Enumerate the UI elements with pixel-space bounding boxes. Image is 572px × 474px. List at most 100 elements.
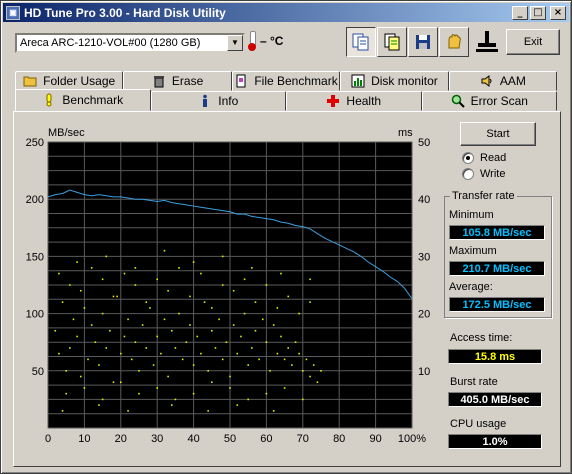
access-point [229,387,231,389]
access-point [79,375,82,378]
minimize-button[interactable]: _ [512,5,528,20]
access-point [287,295,290,298]
tab-aam[interactable]: AAM [448,71,558,91]
average-label: Average: [449,281,493,293]
access-point [276,307,279,309]
options-icon [448,34,461,49]
tab-benchmark[interactable]: Benchmark [15,89,151,111]
benchmark-icon [46,93,52,107]
tab-disk-monitor[interactable]: Disk monitor [340,71,449,91]
maximum-value: 210.7 MB/sec [449,261,545,276]
tab-file-benchmark[interactable]: File Benchmark [231,71,341,91]
read-radio[interactable]: Read [462,152,506,164]
tab-folder-usage[interactable]: Folder Usage [15,71,124,91]
options-button[interactable] [439,27,469,57]
write-radio[interactable]: Write [462,168,505,180]
tab-erase[interactable]: Erase [123,71,232,91]
x-tick-label: 10 [78,433,90,445]
access-point [229,375,231,378]
access-point [123,272,126,275]
exit-button[interactable]: Exit [506,29,560,55]
title-bar[interactable]: ▣ HD Tune Pro 3.00 - Hard Disk Utility _… [3,3,569,22]
access-point [258,358,260,361]
save-button[interactable] [408,27,438,57]
y-right-tick-label: 10 [418,366,430,378]
access-point [247,398,249,401]
y-left-tick-label: 150 [26,251,44,263]
access-point [305,358,308,361]
drive-select[interactable]: Areca ARC-1210-VOL#00 (1280 GB) ▼ [15,33,245,53]
access-point [251,267,253,269]
access-point [83,307,86,309]
access-point [302,398,304,401]
maximize-button[interactable]: □ [530,5,546,20]
access-point [178,312,180,315]
write-radio-dot[interactable] [462,168,474,180]
access-point [167,375,169,378]
x-tick-label: 20 [115,433,127,445]
access-point [265,284,268,286]
access-point [189,295,191,298]
y-left-tick-label: 50 [32,366,44,378]
access-point [170,329,173,332]
access-point [232,324,235,326]
close-button[interactable]: × [550,5,566,20]
x-tick-label: 80 [333,433,345,445]
access-point [196,335,199,338]
access-point [243,278,246,281]
access-point [291,364,293,366]
tab-label: File Benchmark [254,74,338,88]
access-point [120,381,122,384]
access-point [225,341,228,343]
benchmark-chart: 0 10 20 30 40 50 60 70 80 90 100% 250 200 150 100 50 50 4… [26,127,431,445]
hd-tune-icon: ▣ [6,5,20,20]
access-point [109,329,111,332]
tab-health[interactable]: Health [286,91,422,111]
tab-error-scan[interactable]: Error Scan [421,91,557,111]
access-point [236,404,239,406]
copy-info-button[interactable] [346,27,376,57]
access-point [61,410,64,412]
magnifier-icon [451,94,465,108]
access-point [302,370,304,372]
burst-rate-value: 405.0 MB/sec [448,392,542,407]
copy-text-button[interactable] [377,27,407,57]
access-point [265,341,268,343]
x-tick-label: 60 [260,433,272,445]
chevron-down-icon[interactable]: ▼ [227,35,243,51]
access-point [283,387,286,389]
tab-strip: Folder Usage Erase File Benchmark Disk m… [15,71,558,111]
access-point [211,329,213,332]
access-point [287,347,290,349]
access-point [254,301,257,303]
access-point [276,352,279,355]
x-tick-label: 90 [369,433,381,445]
tab-info[interactable]: Info [150,91,286,111]
access-point [181,358,184,361]
tab-row-2: Benchmark Info Health Error Scan [15,89,557,111]
speaker-icon [481,75,492,87]
window-title: HD Tune Pro 3.00 - Hard Disk Utility [24,5,226,20]
tab-label: Folder Usage [43,74,116,88]
access-point [251,347,253,349]
y-left-tick-label: 200 [26,194,44,206]
access-point [192,392,195,395]
access-point [298,312,300,315]
read-label: Read [480,152,507,164]
exit-computer-button[interactable] [470,27,504,57]
access-point [134,267,137,269]
read-radio-dot[interactable] [462,152,474,164]
drive-select-value: Areca ARC-1210-VOL#00 (1280 GB) [20,37,201,49]
access-point [149,307,151,309]
tab-label: AAM [499,74,526,88]
x-tick-label: 50 [224,433,236,445]
x-tick-label: 30 [151,433,163,445]
access-point [170,404,173,406]
access-point [309,278,311,281]
start-button[interactable]: Start [460,122,536,146]
transfer-rate-group: Transfer rate Minimum 105.8 MB/sec Maxim… [444,190,552,318]
access-point [101,312,104,315]
access-point [294,341,297,343]
access-point [138,392,140,395]
access-point [145,301,148,303]
